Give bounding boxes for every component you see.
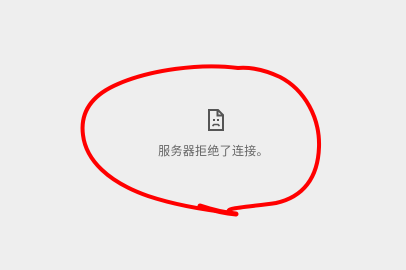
- sad-document-icon: [208, 109, 224, 131]
- error-page: 服务器拒绝了连接。: [0, 0, 406, 270]
- red-circle-annotation: [80, 64, 322, 217]
- error-message: 服务器拒绝了连接。: [158, 144, 269, 158]
